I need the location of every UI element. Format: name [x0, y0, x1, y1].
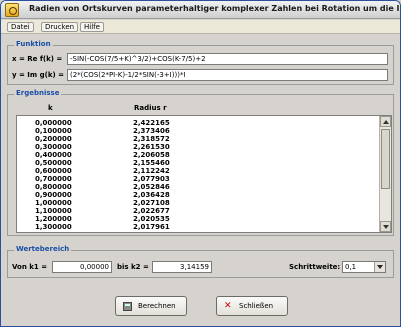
radius-value: 2,017961 — [133, 223, 170, 231]
k-value: 1,000000 — [35, 199, 72, 207]
k-value: 0,400000 — [35, 151, 72, 159]
scroll-down-icon[interactable] — [380, 221, 391, 232]
k2-input[interactable]: 3,14159 — [152, 261, 212, 273]
calculate-label: Berechnen — [138, 302, 176, 310]
ergebnisse-group: Ergebnisse k Radius r 0,000000 2,422165 0,… — [7, 89, 394, 236]
step-select[interactable]: 0,1 — [342, 261, 386, 273]
app-window: Radien von Ortskurven parameterhaltiger … — [0, 0, 401, 327]
wertebereich-group-label: Wertebereich — [14, 245, 72, 253]
column-header-k: k — [48, 104, 53, 112]
scroll-up-icon[interactable] — [380, 116, 391, 127]
x-function-input[interactable]: -SIN(-COS(7/5+K)^3/2)+COS(K-7/5)+2 — [67, 53, 388, 65]
k-value: 1,300000 — [35, 223, 72, 231]
k-value: 1,100000 — [35, 207, 72, 215]
close-icon: ✕ — [224, 301, 232, 311]
ergebnisse-group-label: Ergebnisse — [14, 89, 62, 97]
menu-datei[interactable]: Datei — [7, 22, 34, 32]
chevron-down-icon[interactable] — [374, 262, 385, 272]
radius-value: 2,020535 — [133, 215, 170, 223]
calculate-button[interactable]: Berechnen — [115, 296, 187, 316]
k-value: 0,700000 — [35, 175, 72, 183]
y-label: y = Im g(k) = — [12, 71, 65, 79]
radius-value: 2,027108 — [133, 199, 170, 207]
y-function-input[interactable]: (2*(COS(2*PI-K)-1/2*SIN(-3+I)))*I — [67, 69, 388, 81]
radius-value: 2,155460 — [133, 159, 170, 167]
window-title: Radien von Ortskurven parameterhaltiger … — [29, 4, 401, 13]
radius-value: 2,206058 — [133, 151, 170, 159]
results-scrollbar[interactable] — [379, 116, 391, 232]
radius-value: 2,036428 — [133, 191, 170, 199]
radius-value: 2,022677 — [133, 207, 170, 215]
x-label: x = Re f(k) = — [12, 55, 63, 63]
k-value: 0,000000 — [35, 119, 72, 127]
calculator-icon — [123, 302, 132, 311]
step-value: 0,1 — [345, 263, 357, 271]
results-list[interactable]: 0,000000 2,422165 0,100000 2,373406 0,200000… — [16, 115, 392, 233]
k-value: 0,300000 — [35, 143, 72, 151]
funktion-group-label: Funktion — [14, 40, 53, 48]
menu-hilfe[interactable]: Hilfe — [80, 22, 104, 32]
radius-value: 2,261530 — [133, 143, 170, 151]
wertebereich-group: Wertebereich Von k1 = 0,00000 bis k2 = 3… — [7, 245, 394, 278]
k-value: 0,600000 — [35, 167, 72, 175]
k-value: 0,900000 — [35, 191, 72, 199]
title-bar[interactable]: Radien von Ortskurven parameterhaltiger … — [1, 1, 400, 19]
close-button[interactable]: ✕ Schließen — [216, 296, 288, 316]
k1-label: Von k1 = — [12, 263, 48, 271]
step-label: Schrittweite: — [289, 263, 341, 271]
k2-label: bis k2 = — [117, 263, 149, 271]
radius-value: 2,318572 — [133, 135, 170, 143]
scroll-thumb[interactable] — [381, 129, 390, 189]
column-header-radius: Radius r — [134, 104, 167, 112]
radius-value: 2,422165 — [133, 119, 170, 127]
list-item[interactable]: 1,300000 2,017961 — [17, 223, 391, 232]
radius-value: 2,373406 — [133, 127, 170, 135]
k-value: 1,200000 — [35, 215, 72, 223]
k-value: 0,500000 — [35, 159, 72, 167]
radius-value: 2,077903 — [133, 175, 170, 183]
menu-drucken[interactable]: Drucken — [41, 22, 79, 32]
app-icon — [5, 3, 19, 17]
close-label: Schließen — [239, 302, 274, 310]
k-value: 0,200000 — [35, 135, 72, 143]
funktion-group: Funktion x = Re f(k) = -SIN(-COS(7/5+K)^… — [7, 40, 394, 85]
k-value: 0,800000 — [35, 183, 72, 191]
menu-bar: Datei Drucken Hilfe — [1, 20, 400, 34]
radius-value: 2,112242 — [133, 167, 170, 175]
radius-value: 2,052846 — [133, 183, 170, 191]
k1-input[interactable]: 0,00000 — [52, 261, 112, 273]
k-value: 0,100000 — [35, 127, 72, 135]
